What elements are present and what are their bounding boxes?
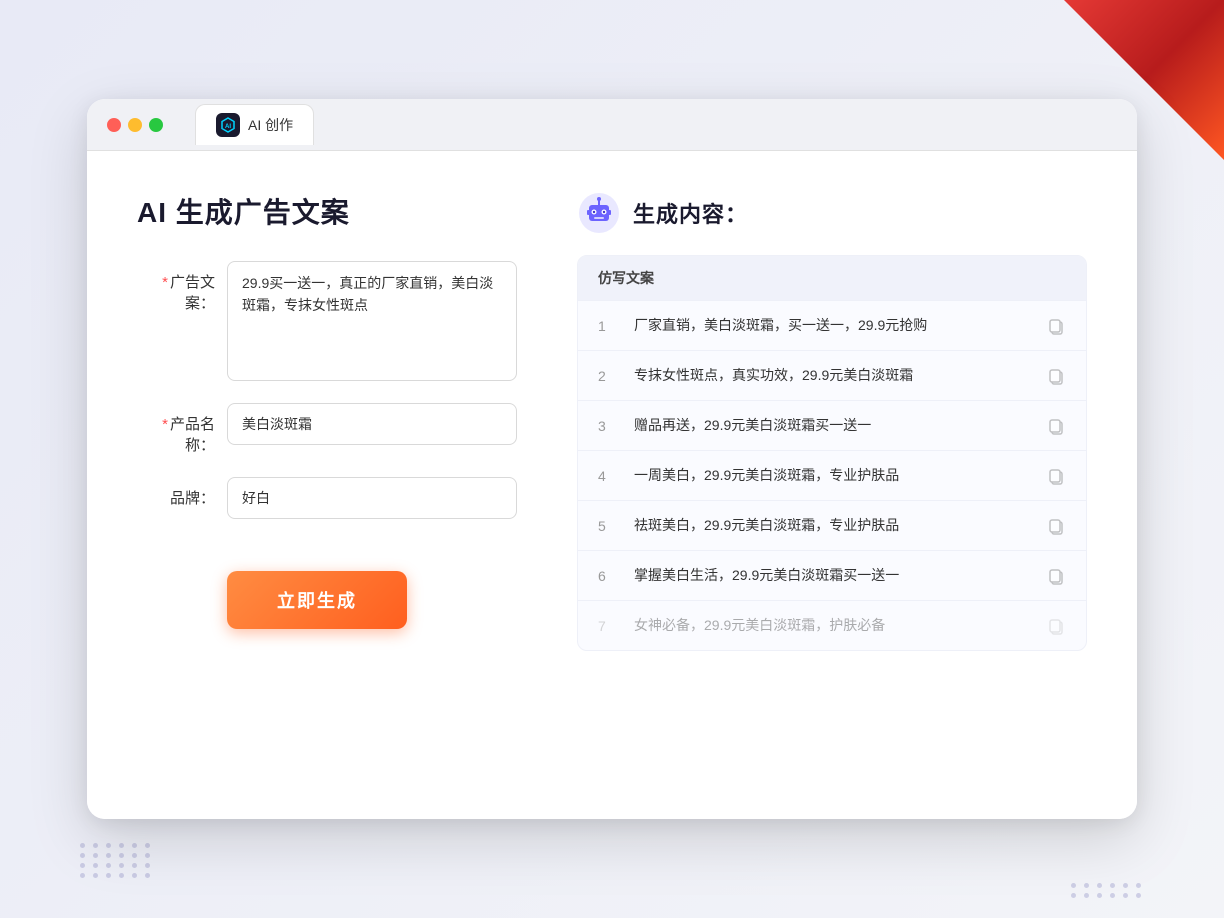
- maximize-button[interactable]: [149, 118, 163, 132]
- result-row-4: 4 一周美白，29.9元美白淡斑霜，专业护肤品: [578, 451, 1086, 501]
- table-header: 仿写文案: [578, 256, 1086, 301]
- row-number-3: 3: [598, 418, 618, 434]
- ai-tab-icon: AI: [216, 113, 240, 137]
- result-row-1: 1 厂家直销，美白淡斑霜，买一送一，29.9元抢购: [578, 301, 1086, 351]
- minimize-button[interactable]: [128, 118, 142, 132]
- right-panel: 生成内容： 仿写文案 1 厂家直销，美白淡斑霜，买一送一，29.9元抢购 2 专…: [577, 191, 1087, 779]
- left-panel: AI 生成广告文案 *广告文案： 29.9买一送一，真正的厂家直销，美白淡斑霜，…: [137, 191, 517, 779]
- copy-icon-4[interactable]: [1046, 466, 1066, 486]
- ad-text-form-group: *广告文案： 29.9买一送一，真正的厂家直销，美白淡斑霜，专抹女性斑点: [137, 261, 517, 381]
- tab-bar: AI AI 创作: [195, 104, 314, 145]
- brand-label: 品牌：: [137, 477, 227, 508]
- copy-icon-6[interactable]: [1046, 566, 1066, 586]
- copy-icon-1[interactable]: [1046, 316, 1066, 336]
- product-name-label: *产品名称：: [137, 403, 227, 455]
- results-table: 仿写文案 1 厂家直销，美白淡斑霜，买一送一，29.9元抢购 2 专抹女性斑点，…: [577, 255, 1087, 651]
- copy-icon-5[interactable]: [1046, 516, 1066, 536]
- traffic-lights: [107, 118, 163, 132]
- result-row-3: 3 赠品再送，29.9元美白淡斑霜买一送一: [578, 401, 1086, 451]
- tab-label: AI 创作: [248, 115, 293, 135]
- right-header: 生成内容：: [577, 191, 1087, 235]
- close-button[interactable]: [107, 118, 121, 132]
- brand-input[interactable]: [227, 477, 517, 519]
- robot-icon: [577, 191, 621, 235]
- browser-titlebar: AI AI 创作: [87, 99, 1137, 151]
- row-text-5: 祛斑美白，29.9元美白淡斑霜，专业护肤品: [634, 515, 1030, 536]
- tab-ai-create[interactable]: AI AI 创作: [195, 104, 314, 145]
- row-number-7: 7: [598, 618, 618, 634]
- browser-content: AI 生成广告文案 *广告文案： 29.9买一送一，真正的厂家直销，美白淡斑霜，…: [87, 151, 1137, 819]
- copy-icon-2[interactable]: [1046, 366, 1066, 386]
- row-text-3: 赠品再送，29.9元美白淡斑霜买一送一: [634, 415, 1030, 436]
- row-number-5: 5: [598, 518, 618, 534]
- row-text-7: 女神必备，29.9元美白淡斑霜，护肤必备: [634, 615, 1030, 636]
- result-row-7: 7 女神必备，29.9元美白淡斑霜，护肤必备: [578, 601, 1086, 650]
- row-number-2: 2: [598, 368, 618, 384]
- brand-form-group: 品牌：: [137, 477, 517, 519]
- page-title: AI 生成广告文案: [137, 191, 517, 231]
- row-text-6: 掌握美白生活，29.9元美白淡斑霜买一送一: [634, 565, 1030, 586]
- browser-window: AI AI 创作 AI 生成广告文案 *广告文案： 29.9买一送一，真正的厂家…: [87, 99, 1137, 819]
- row-text-1: 厂家直销，美白淡斑霜，买一送一，29.9元抢购: [634, 315, 1030, 336]
- svg-text:AI: AI: [225, 124, 231, 130]
- row-number-4: 4: [598, 468, 618, 484]
- ad-text-required-star: *: [162, 274, 168, 291]
- result-row-6: 6 掌握美白生活，29.9元美白淡斑霜买一送一: [578, 551, 1086, 601]
- copy-icon-7[interactable]: [1046, 616, 1066, 636]
- bg-dots-left: [80, 843, 153, 878]
- ad-text-input[interactable]: 29.9买一送一，真正的厂家直销，美白淡斑霜，专抹女性斑点: [227, 261, 517, 381]
- product-name-form-group: *产品名称：: [137, 403, 517, 455]
- row-text-2: 专抹女性斑点，真实功效，29.9元美白淡斑霜: [634, 365, 1030, 386]
- copy-icon-3[interactable]: [1046, 416, 1066, 436]
- product-name-required-star: *: [162, 416, 168, 433]
- submit-button[interactable]: 立即生成: [227, 571, 407, 629]
- ad-text-label: *广告文案：: [137, 261, 227, 313]
- product-name-input[interactable]: [227, 403, 517, 445]
- bg-dots-right: [1071, 883, 1144, 898]
- result-row-5: 5 祛斑美白，29.9元美白淡斑霜，专业护肤品: [578, 501, 1086, 551]
- row-number-6: 6: [598, 568, 618, 584]
- result-row-2: 2 专抹女性斑点，真实功效，29.9元美白淡斑霜: [578, 351, 1086, 401]
- row-number-1: 1: [598, 318, 618, 334]
- right-panel-title: 生成内容：: [633, 197, 748, 229]
- row-text-4: 一周美白，29.9元美白淡斑霜，专业护肤品: [634, 465, 1030, 486]
